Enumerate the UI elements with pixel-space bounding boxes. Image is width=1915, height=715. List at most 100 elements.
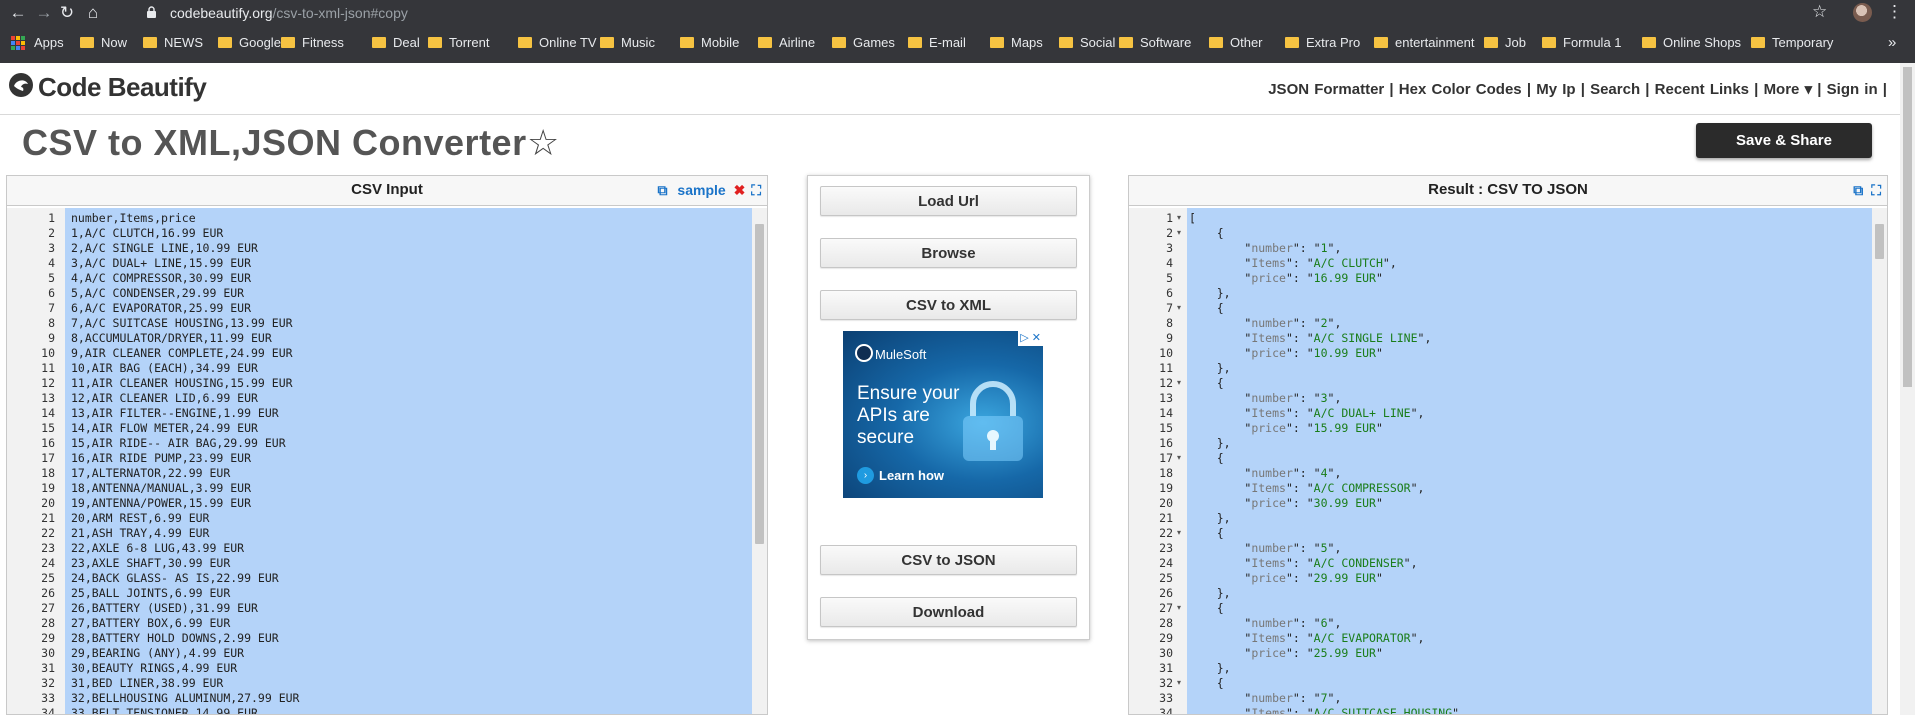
nav-link[interactable]: Search | (1590, 81, 1649, 98)
favorite-star-icon[interactable]: ☆ (527, 122, 559, 164)
csv-input-editor[interactable]: 1 2 3 4 5 6 7 8 9 10 11 12 13 14 15 16 17 18 19 20 21 22 23 24 2… (7, 208, 767, 714)
json-value: 30.99 EUR (1313, 496, 1376, 510)
clear-icon[interactable]: ✖ (734, 182, 746, 198)
json-line: "price": "16.99 EUR" (1244, 271, 1383, 285)
bookmark-folder[interactable]: Fitness (302, 35, 344, 51)
bookmark-folder[interactable]: Other (1230, 35, 1263, 51)
page-scrollbar[interactable] (1900, 63, 1915, 715)
load-url-button[interactable]: Load Url (820, 186, 1077, 216)
folder-icon (600, 37, 614, 48)
browser-menu-icon[interactable]: ⋮ (1886, 2, 1903, 22)
address-bar[interactable]: codebeautify.org/csv-to-xml-json#copy (170, 4, 408, 22)
line-number: 2 (48, 226, 55, 240)
bookmark-folder[interactable]: Online TV (539, 35, 597, 51)
csv-to-xml-button[interactable]: CSV to XML (820, 290, 1077, 320)
json-punct: { (1189, 226, 1224, 240)
json-code-area[interactable]: [ { "number": "1", "Items": "A/C CLUTCH"… (1187, 208, 1874, 714)
bookmarks-overflow-icon[interactable]: » (1888, 34, 1896, 51)
bookmark-folder[interactable]: Job (1505, 35, 1526, 51)
folder-icon (1751, 37, 1765, 48)
sample-link[interactable]: sample (677, 182, 725, 198)
fold-arrow-icon[interactable]: ▾ (1177, 378, 1181, 387)
bookmark-folder[interactable]: Temporary (1772, 35, 1833, 51)
result-scrollbar-thumb[interactable] (1875, 224, 1884, 259)
result-line-number: 12 (1159, 376, 1173, 390)
json-line: { (1189, 451, 1224, 466)
fold-arrow-icon[interactable]: ▾ (1177, 528, 1181, 537)
bookmark-star-icon[interactable]: ☆ (1812, 2, 1827, 22)
page-scrollbar-thumb[interactable] (1903, 67, 1912, 387)
site-logo[interactable]: Code Beautify (38, 72, 207, 103)
bookmark-folder[interactable]: Torrent (449, 35, 489, 51)
json-value: 10.99 EUR (1313, 346, 1376, 360)
bookmark-folder[interactable]: Airline (779, 35, 815, 51)
save-share-button[interactable]: Save & Share (1696, 123, 1872, 158)
bookmark-folder[interactable]: Software (1140, 35, 1191, 51)
result-editor[interactable]: 1 ▾ 2 ▾ 3 4 5 6 7 ▾ 8 9 10 11 12 ▾ 13 14 15 16 17 ▾ 18 19 20 21 22… (1129, 208, 1887, 714)
input-scrollbar-thumb[interactable] (755, 224, 764, 544)
json-value: A/C CONDENSER (1313, 556, 1404, 570)
nav-link[interactable]: More ▾ | (1764, 81, 1822, 98)
json-key: price (1251, 496, 1286, 510)
line-number: 19 (41, 481, 55, 495)
fullscreen-icon[interactable]: ⛶ (751, 182, 761, 198)
bookmark-folder[interactable]: Google (239, 35, 281, 51)
bookmark-folder[interactable]: Mobile (701, 35, 739, 51)
copy-result-icon[interactable]: ⧉ (1853, 182, 1863, 198)
fold-arrow-icon[interactable]: ▾ (1177, 228, 1181, 237)
csv-to-json-button[interactable]: CSV to JSON (820, 545, 1077, 575)
bookmark-apps[interactable]: Apps (34, 35, 64, 51)
nav-link[interactable]: JSON Formatter | (1268, 81, 1393, 98)
fold-arrow-icon[interactable]: ▾ (1177, 453, 1181, 462)
bookmark-folder[interactable]: Deal (393, 35, 420, 51)
ad-brand: MuleSoft (875, 347, 927, 362)
ad-learn-how[interactable]: Learn how (879, 468, 944, 483)
json-line: "number": "7", (1244, 691, 1342, 705)
home-icon[interactable]: ⌂ (82, 3, 104, 23)
bookmark-folder[interactable]: Now (101, 35, 127, 51)
bookmark-folder[interactable]: entertainment (1395, 35, 1475, 51)
fold-arrow-icon[interactable]: ▾ (1177, 678, 1181, 687)
fold-arrow-icon[interactable]: ▾ (1177, 603, 1181, 612)
copy-icon[interactable]: ⧉ (658, 182, 668, 198)
nav-link[interactable]: Recent Links | (1655, 81, 1759, 98)
json-line: }, (1189, 361, 1231, 376)
nav-link[interactable]: My Ip | (1536, 81, 1585, 98)
json-value: 3 (1320, 391, 1328, 405)
browse-button[interactable]: Browse (820, 238, 1077, 268)
bookmark-folder[interactable]: Music (621, 35, 655, 51)
bookmark-folder[interactable]: NEWS (164, 35, 203, 51)
csv-code-area[interactable]: number,Items,price 1,A/C CLUTCH,16.99 EUR… (65, 208, 757, 714)
forward-icon[interactable]: → (33, 3, 55, 23)
json-key: price (1251, 271, 1286, 285)
bookmarks-bar: Apps Now NEWS Google Fitness Deal Torrent Onlin… (0, 30, 1915, 58)
bookmark-folder[interactable]: Maps (1011, 35, 1043, 51)
bookmark-folder[interactable]: Games (853, 35, 895, 51)
bookmark-folder[interactable]: Formula 1 (1563, 35, 1622, 51)
bookmark-folder[interactable]: E-mail (929, 35, 966, 51)
browser-chrome: ← → ↻ ⌂ codebeautify.org/csv-to-xml-json… (0, 0, 1915, 63)
download-button[interactable]: Download (820, 597, 1077, 627)
bookmark-folder[interactable]: Social (1080, 35, 1115, 51)
json-value: A/C CLUTCH (1313, 256, 1383, 270)
bookmark-folder[interactable]: Extra Pro (1306, 35, 1360, 51)
json-line: }, (1189, 511, 1231, 526)
nav-link[interactable]: Sign in | (1827, 81, 1887, 98)
ad-close-icon[interactable]: ▷ ✕ (1018, 331, 1043, 346)
line-number: 24 (41, 556, 55, 570)
reload-icon[interactable]: ↻ (56, 3, 78, 23)
bookmark-folder[interactable]: Online Shops (1663, 35, 1741, 51)
line-number: 25 (41, 571, 55, 585)
mulesoft-ad[interactable]: ▷ ✕ MuleSoft Ensure your APIs are secure… (843, 331, 1043, 498)
back-icon[interactable]: ← (7, 3, 29, 23)
json-line: "price": "15.99 EUR" (1244, 421, 1383, 435)
result-scrollbar[interactable] (1872, 208, 1887, 714)
csv-input-title: CSV Input (351, 181, 423, 198)
input-scrollbar[interactable] (752, 208, 767, 714)
result-fullscreen-icon[interactable]: ⛶ (1871, 182, 1881, 198)
fold-arrow-icon[interactable]: ▾ (1177, 303, 1181, 312)
nav-link[interactable]: Hex Color Codes | (1399, 81, 1531, 98)
json-line: "Items": "A/C CONDENSER", (1244, 556, 1418, 570)
profile-avatar[interactable] (1853, 3, 1872, 22)
fold-arrow-icon[interactable]: ▾ (1177, 213, 1181, 222)
